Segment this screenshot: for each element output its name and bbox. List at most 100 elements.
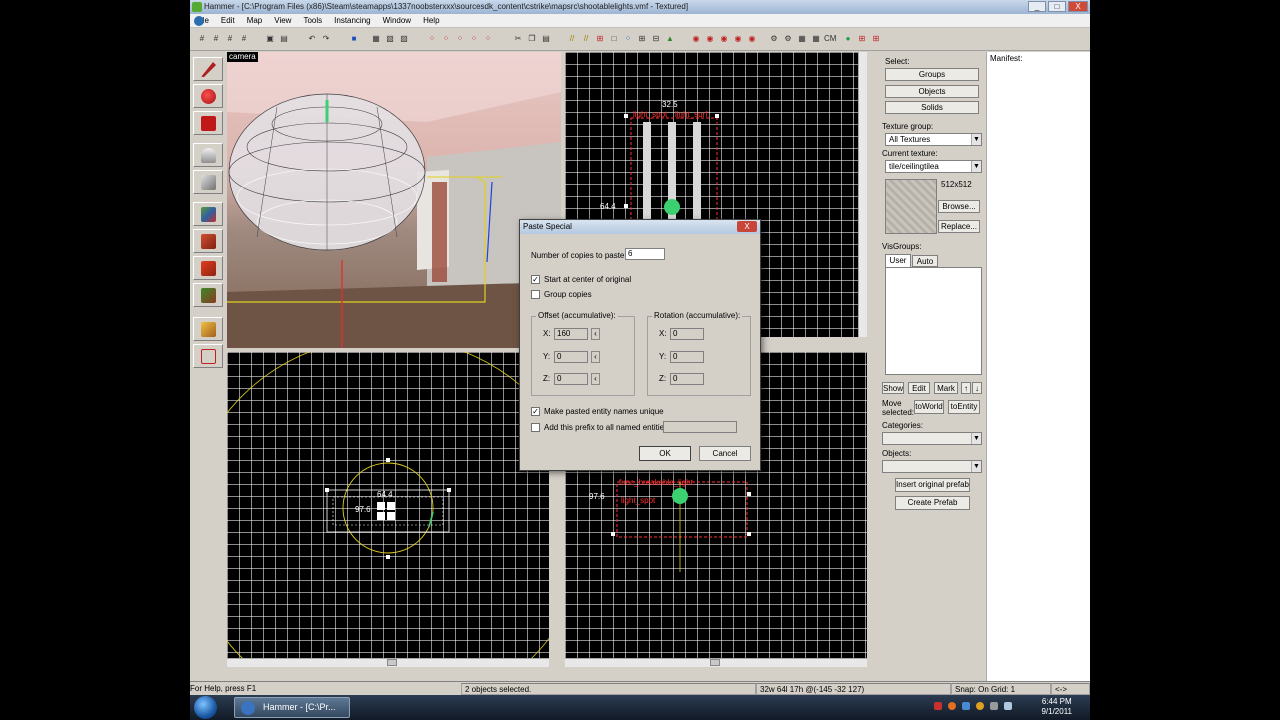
menu-instancing[interactable]: Instancing <box>328 14 376 28</box>
side-view-scrollbar[interactable] <box>565 658 867 667</box>
copy-icon[interactable]: ❐ <box>526 32 538 46</box>
snap-icon[interactable]: // <box>566 32 578 46</box>
tool-magnify[interactable] <box>193 84 223 108</box>
group-copies-checkbox[interactable] <box>531 290 540 299</box>
decal-icon[interactable]: ◉ <box>690 32 702 46</box>
unique-names-checkbox[interactable]: ✓ <box>531 407 540 416</box>
menu-edit[interactable]: Edit <box>215 14 241 28</box>
ungroup-icon[interactable]: ▤ <box>278 32 290 46</box>
paste-icon[interactable]: ▤ <box>540 32 552 46</box>
tray-network-icon[interactable] <box>962 702 970 710</box>
tool-apply-texture[interactable] <box>193 229 223 253</box>
magnify-icon[interactable]: ◉ <box>746 32 758 46</box>
overlay-icon[interactable]: ◉ <box>704 32 716 46</box>
edit-button[interactable]: Edit <box>908 382 930 394</box>
start-button[interactable] <box>194 696 217 719</box>
prefix-input[interactable] <box>663 421 737 433</box>
side-scroll-thumb[interactable] <box>710 659 720 666</box>
tray-volume-icon[interactable] <box>1004 702 1012 710</box>
categories-select[interactable]: ▼ <box>882 432 982 445</box>
grid-larger-icon[interactable]: # <box>238 32 250 46</box>
insert-prefab-button[interactable]: Insert original prefab <box>895 478 970 492</box>
show-all-icon[interactable]: ⁘ <box>468 32 480 46</box>
texture-lock-icon[interactable]: ▦ <box>370 32 382 46</box>
compile-icon[interactable]: ⚙ <box>768 32 780 46</box>
show-icon[interactable]: ⁘ <box>440 32 452 46</box>
front-scroll-thumb[interactable] <box>387 659 397 666</box>
brush-icon[interactable]: ◉ <box>718 32 730 46</box>
grid-smaller-icon[interactable]: # <box>224 32 236 46</box>
tool-selection[interactable] <box>193 57 223 81</box>
mark-button[interactable]: Mark <box>934 382 958 394</box>
texture-apply-icon[interactable]: ⊞ <box>636 32 648 46</box>
tool-decal[interactable] <box>193 256 223 280</box>
tab-user[interactable]: User <box>885 254 911 267</box>
texture-app-icon[interactable]: ▨ <box>398 32 410 46</box>
objects-select[interactable]: ▼ <box>882 460 982 473</box>
tool-icon[interactable]: ⊞ <box>856 32 868 46</box>
move-down-button[interactable]: ↓ <box>972 382 982 394</box>
offset-z-input[interactable]: 0 <box>554 373 588 385</box>
tool-overlay[interactable] <box>193 283 223 307</box>
menu-map[interactable]: Map <box>241 14 269 28</box>
close-button[interactable]: X <box>1068 1 1088 12</box>
start-center-checkbox[interactable]: ✓ <box>531 275 540 284</box>
front-viewport[interactable]: 64.4 97.6 <box>227 352 549 667</box>
front-view-scrollbar[interactable] <box>227 658 549 667</box>
flip-icon[interactable]: ⊞ <box>594 32 606 46</box>
check-map-icon[interactable]: ▦ <box>810 32 822 46</box>
cut-icon[interactable]: ✂ <box>512 32 524 46</box>
objects-button[interactable]: Objects <box>885 85 979 98</box>
to-entity-button[interactable]: toEntity <box>948 400 980 414</box>
entity-icon[interactable]: ▲ <box>664 32 676 46</box>
create-prefab-button[interactable]: Create Prefab <box>895 496 970 510</box>
top-view-scrollbar[interactable] <box>858 52 867 337</box>
offset-y-input[interactable]: 0 <box>554 351 588 363</box>
menu-tools[interactable]: Tools <box>297 14 328 28</box>
undo-icon[interactable]: ↶ <box>306 32 318 46</box>
camera-viewport[interactable]: camera <box>227 52 561 348</box>
tool-vertex[interactable] <box>193 344 223 368</box>
menu-help[interactable]: Help <box>417 14 445 28</box>
offset-z-spin[interactable]: ‹ <box>591 373 600 385</box>
move-up-button[interactable]: ↑ <box>961 382 971 394</box>
solids-button[interactable]: Solids <box>885 101 979 114</box>
clock[interactable]: 6:44 PM 9/1/2011 <box>1041 697 1072 717</box>
show-button[interactable]: Show <box>882 382 904 394</box>
prefix-checkbox[interactable] <box>531 423 540 432</box>
tool-clipping[interactable] <box>193 317 223 341</box>
redo-icon[interactable]: ↷ <box>320 32 332 46</box>
tray-flag-icon[interactable] <box>934 702 942 710</box>
run-map-icon[interactable]: ⚙ <box>782 32 794 46</box>
rotation-z-input[interactable]: 0 <box>670 373 704 385</box>
menu-window[interactable]: Window <box>377 14 417 28</box>
texture-group-select[interactable]: All Textures ▼ <box>885 133 982 146</box>
maximize-button[interactable]: □ <box>1048 1 1066 12</box>
tray-notify-icon[interactable] <box>976 702 984 710</box>
tool-icon-2[interactable]: ⊞ <box>870 32 882 46</box>
hide-unselected-icon[interactable]: ⁘ <box>454 32 466 46</box>
browse-button[interactable]: Browse... <box>938 200 980 213</box>
to-world-button[interactable]: toWorld <box>914 400 944 414</box>
visgroup-icon[interactable]: ⁘ <box>482 32 494 46</box>
visgroups-list[interactable] <box>885 267 982 375</box>
texture-scale-lock-icon[interactable]: ▧ <box>384 32 396 46</box>
hide-icon[interactable]: ⁘ <box>426 32 438 46</box>
vertex-icon[interactable]: ⊟ <box>650 32 662 46</box>
tray-battery-icon[interactable] <box>990 702 998 710</box>
cm-icon[interactable]: CM <box>824 32 836 46</box>
selection-mode-icon[interactable]: ⁘ <box>622 32 634 46</box>
tool-block[interactable] <box>193 170 223 194</box>
rotation-x-input[interactable]: 0 <box>670 328 704 340</box>
cancel-button[interactable]: Cancel <box>699 446 751 461</box>
align-icon[interactable]: // <box>580 32 592 46</box>
tool-entity[interactable] <box>193 143 223 167</box>
tool-texture[interactable] <box>193 202 223 226</box>
tool-camera[interactable] <box>193 111 223 135</box>
ok-button[interactable]: OK <box>639 446 691 461</box>
globe-icon[interactable]: ● <box>842 32 854 46</box>
cordon-icon[interactable]: ▦ <box>796 32 808 46</box>
replace-button[interactable]: Replace... <box>938 220 980 233</box>
menu-view[interactable]: View <box>268 14 297 28</box>
groups-button[interactable]: Groups <box>885 68 979 81</box>
